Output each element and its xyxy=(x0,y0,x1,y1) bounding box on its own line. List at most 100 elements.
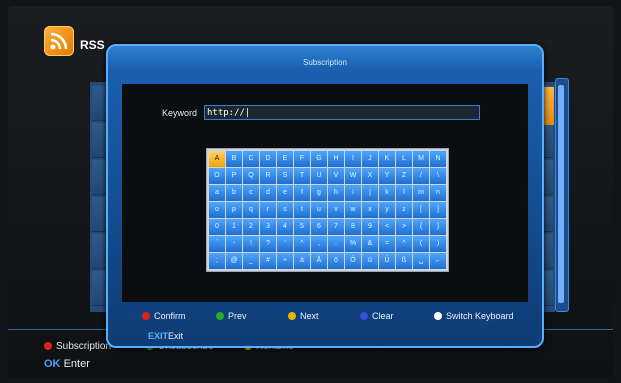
key-5-8[interactable]: % xyxy=(345,236,361,252)
key-1-2[interactable]: Q xyxy=(243,168,259,184)
key-6-3[interactable]: # xyxy=(260,253,276,269)
key-2-2[interactable]: c xyxy=(243,185,259,201)
key-2-7[interactable]: h xyxy=(328,185,344,201)
key-0-8[interactable]: I xyxy=(345,151,361,167)
key-0-10[interactable]: K xyxy=(379,151,395,167)
key-2-10[interactable]: k xyxy=(379,185,395,201)
key-2-13[interactable]: n xyxy=(430,185,446,201)
key-5-6[interactable]: , xyxy=(311,236,327,252)
key-5-13[interactable]: ) xyxy=(430,236,446,252)
key-0-9[interactable]: J xyxy=(362,151,378,167)
key-4-13[interactable]: } xyxy=(430,219,446,235)
key-3-13[interactable]: ] xyxy=(430,202,446,218)
key-1-10[interactable]: Y xyxy=(379,168,395,184)
key-5-9[interactable]: & xyxy=(362,236,378,252)
prev-hint[interactable]: Prev xyxy=(216,311,247,321)
key-3-0[interactable]: o xyxy=(209,202,225,218)
key-5-10[interactable]: = xyxy=(379,236,395,252)
key-1-13[interactable]: \ xyxy=(430,168,446,184)
key-2-1[interactable]: b xyxy=(226,185,242,201)
key-4-0[interactable]: 0 xyxy=(209,219,225,235)
key-4-5[interactable]: 5 xyxy=(294,219,310,235)
key-4-12[interactable]: { xyxy=(413,219,429,235)
key-5-4[interactable]: ' xyxy=(277,236,293,252)
key-6-1[interactable]: @ xyxy=(226,253,242,269)
key-0-0[interactable]: A xyxy=(209,151,225,167)
key-3-2[interactable]: q xyxy=(243,202,259,218)
key-4-6[interactable]: 6 xyxy=(311,219,327,235)
key-6-6[interactable]: Å xyxy=(311,253,327,269)
key-0-2[interactable]: C xyxy=(243,151,259,167)
key-3-9[interactable]: x xyxy=(362,202,378,218)
key-2-12[interactable]: m xyxy=(413,185,429,201)
exit-hint[interactable]: EXITExit xyxy=(148,331,183,341)
key-1-8[interactable]: W xyxy=(345,168,361,184)
key-1-4[interactable]: S xyxy=(277,168,293,184)
key-0-3[interactable]: D xyxy=(260,151,276,167)
key-6-4[interactable]: + xyxy=(277,253,293,269)
key-6-10[interactable]: Ü xyxy=(379,253,395,269)
key-6-0[interactable]: ; xyxy=(209,253,225,269)
key-0-13[interactable]: N xyxy=(430,151,446,167)
key-5-11[interactable]: ^ xyxy=(396,236,412,252)
key-2-4[interactable]: e xyxy=(277,185,293,201)
key-6-12[interactable]: ␣ xyxy=(413,253,429,269)
key-2-11[interactable]: l xyxy=(396,185,412,201)
key-5-3[interactable]: ? xyxy=(260,236,276,252)
key-2-5[interactable]: f xyxy=(294,185,310,201)
key-1-1[interactable]: P xyxy=(226,168,242,184)
key-0-6[interactable]: G xyxy=(311,151,327,167)
key-1-5[interactable]: T xyxy=(294,168,310,184)
switch-keyboard-hint[interactable]: Switch Keyboard xyxy=(434,311,514,321)
key-1-3[interactable]: R xyxy=(260,168,276,184)
key-0-12[interactable]: M xyxy=(413,151,429,167)
key-2-9[interactable]: j xyxy=(362,185,378,201)
key-1-7[interactable]: V xyxy=(328,168,344,184)
key-3-1[interactable]: p xyxy=(226,202,242,218)
next-hint[interactable]: Next xyxy=(288,311,319,321)
key-5-2[interactable]: ! xyxy=(243,236,259,252)
key-6-2[interactable]: _ xyxy=(243,253,259,269)
key-1-0[interactable]: O xyxy=(209,168,225,184)
key-5-7[interactable]: . xyxy=(328,236,344,252)
key-0-11[interactable]: L xyxy=(396,151,412,167)
key-2-0[interactable]: a xyxy=(209,185,225,201)
key-2-3[interactable]: d xyxy=(260,185,276,201)
key-1-12[interactable]: / xyxy=(413,168,429,184)
key-5-0[interactable]: ` xyxy=(209,236,225,252)
key-3-4[interactable]: s xyxy=(277,202,293,218)
key-4-7[interactable]: 7 xyxy=(328,219,344,235)
key-6-8[interactable]: Ö xyxy=(345,253,361,269)
key-4-3[interactable]: 3 xyxy=(260,219,276,235)
key-3-7[interactable]: v xyxy=(328,202,344,218)
key-5-5[interactable]: ^ xyxy=(294,236,310,252)
key-4-11[interactable]: > xyxy=(396,219,412,235)
key-4-8[interactable]: 8 xyxy=(345,219,361,235)
key-1-11[interactable]: Z xyxy=(396,168,412,184)
key-3-8[interactable]: w xyxy=(345,202,361,218)
key-6-7[interactable]: ö xyxy=(328,253,344,269)
key-2-8[interactable]: i xyxy=(345,185,361,201)
key-6-11[interactable]: ß xyxy=(396,253,412,269)
key-4-2[interactable]: 2 xyxy=(243,219,259,235)
keyword-input[interactable]: http://| xyxy=(204,105,480,120)
scroll-thumb[interactable] xyxy=(558,85,564,303)
key-3-10[interactable]: y xyxy=(379,202,395,218)
key-4-10[interactable]: < xyxy=(379,219,395,235)
key-3-12[interactable]: [ xyxy=(413,202,429,218)
confirm-hint[interactable]: Confirm xyxy=(142,311,186,321)
key-0-4[interactable]: E xyxy=(277,151,293,167)
key-3-6[interactable]: u xyxy=(311,202,327,218)
key-3-11[interactable]: z xyxy=(396,202,412,218)
key-6-5[interactable]: ä xyxy=(294,253,310,269)
key-2-6[interactable]: g xyxy=(311,185,327,201)
key-4-9[interactable]: 9 xyxy=(362,219,378,235)
key-3-5[interactable]: t xyxy=(294,202,310,218)
key-5-1[interactable]: - xyxy=(226,236,242,252)
key-6-13[interactable]: ← xyxy=(430,253,446,269)
key-0-5[interactable]: F xyxy=(294,151,310,167)
key-1-6[interactable]: U xyxy=(311,168,327,184)
key-0-7[interactable]: H xyxy=(328,151,344,167)
clear-hint[interactable]: Clear xyxy=(360,311,394,321)
key-3-3[interactable]: r xyxy=(260,202,276,218)
